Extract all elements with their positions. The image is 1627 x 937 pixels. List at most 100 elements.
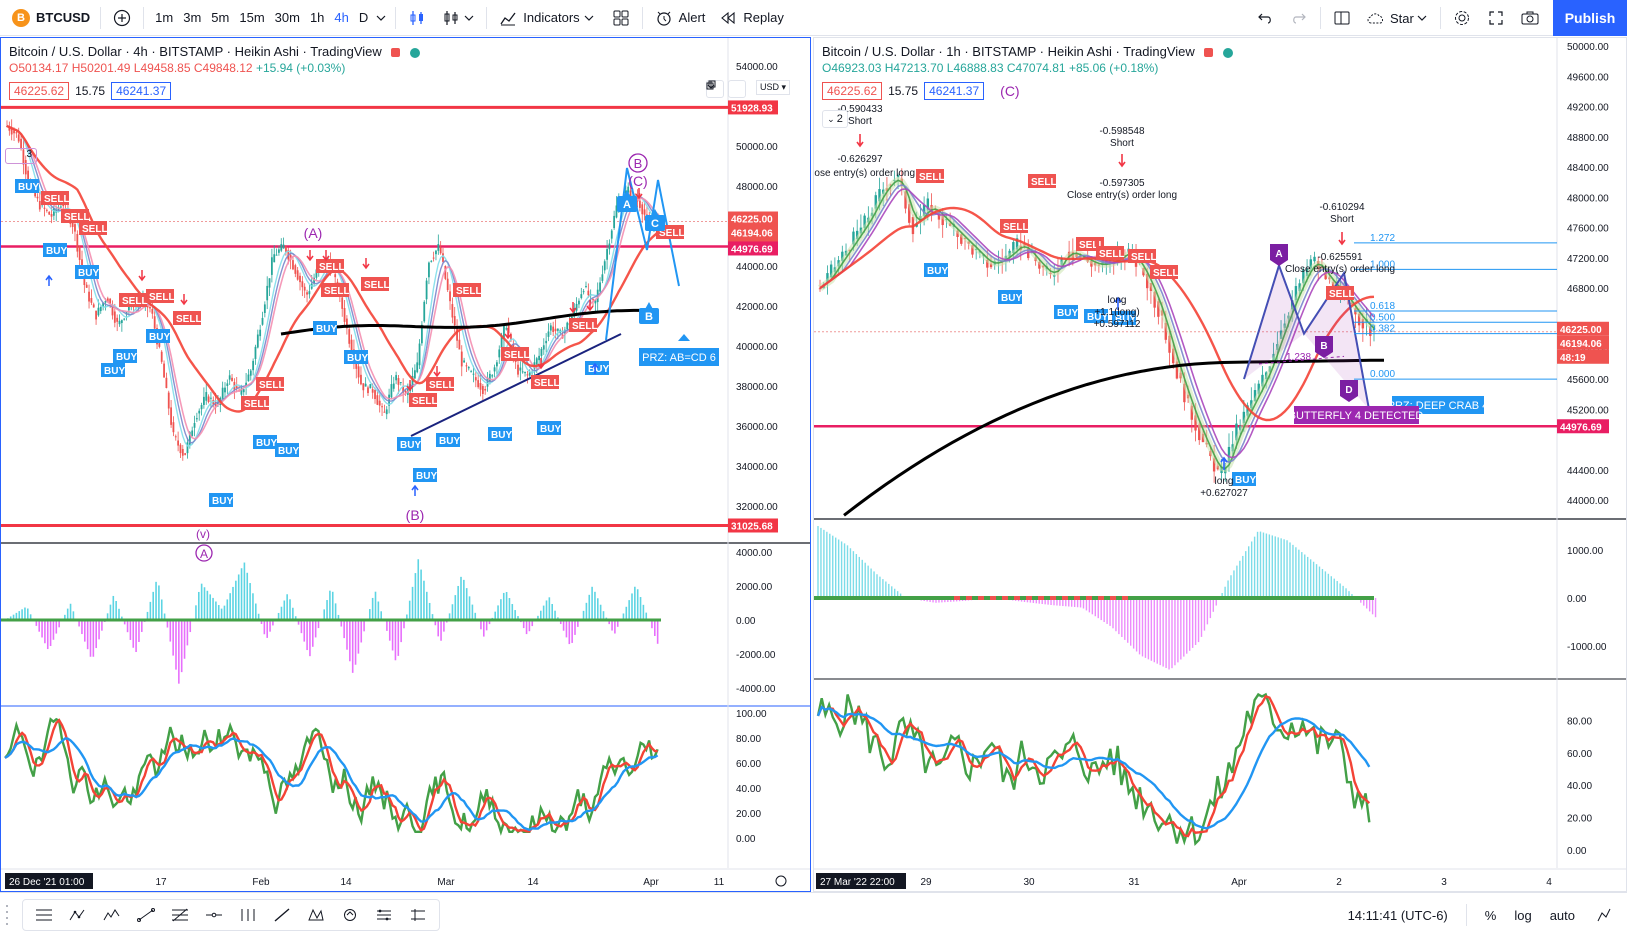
wave-B-top-label: B: [634, 156, 643, 171]
redo-button[interactable]: [1282, 0, 1316, 36]
left-chart-panel[interactable]: SELL SELL SELL SELL SELL SELL SELL SELL SELL SELL…: [0, 37, 811, 892]
undo-button[interactable]: [1248, 0, 1282, 36]
sell-signal: SELL: [1131, 252, 1157, 263]
timeframe-1h[interactable]: 1h: [305, 10, 329, 25]
sell-signal: SELL: [1003, 222, 1029, 233]
timeframe-1m[interactable]: 1m: [150, 10, 178, 25]
candle-body: [575, 303, 578, 311]
timeframe-4h[interactable]: 4h: [329, 10, 353, 25]
measure-tool-icon[interactable]: [231, 901, 265, 929]
timeframe-15m[interactable]: 15m: [234, 10, 269, 25]
publish-button[interactable]: Publish: [1553, 0, 1627, 36]
sell-signal: SELL: [324, 286, 350, 297]
pattern-point-d: D: [1345, 385, 1352, 396]
xabcd-pattern-icon[interactable]: [299, 901, 333, 929]
auto-toggle[interactable]: auto: [1550, 908, 1575, 923]
left-chart-canvas[interactable]: SELLSELLSELLSELL SELLSELLSELLSELLSELLSELL…: [1, 38, 811, 892]
fullscreen-button[interactable]: [1479, 0, 1513, 36]
timeframe-5m[interactable]: 5m: [206, 10, 234, 25]
candle-body: [153, 316, 156, 329]
log-toggle[interactable]: log: [1514, 908, 1531, 923]
candle-body: [259, 329, 262, 337]
candle-body: [488, 373, 491, 382]
strategy-annotation: Short: [848, 116, 872, 127]
candle-body: [449, 291, 451, 302]
forecast-tool-icon[interactable]: [367, 901, 401, 929]
sell-signal: SELL: [1329, 289, 1355, 300]
buy-price-box[interactable]: 46241.37: [111, 82, 172, 100]
horizontal-line-icon[interactable]: [197, 901, 231, 929]
candle-style-button[interactable]: [434, 0, 482, 36]
candle-body: [458, 339, 461, 350]
star-button[interactable]: Star: [1359, 0, 1436, 36]
wave-A-label: (A): [304, 225, 323, 241]
strategy-annotation: +0.627027: [1200, 488, 1248, 499]
lines-tool-icon[interactable]: [27, 901, 61, 929]
alarm-clock-icon: [653, 7, 675, 29]
price-axis-label: 44000.00: [736, 262, 778, 273]
sell-price-box[interactable]: 46225.62: [822, 82, 883, 100]
replay-button[interactable]: Replay: [711, 0, 789, 36]
right-collapse-badge[interactable]: ⌄ 2: [822, 110, 848, 128]
timeframe-3m[interactable]: 3m: [178, 10, 206, 25]
buy-price-box[interactable]: 46241.37: [924, 82, 985, 100]
alert-button[interactable]: Alert: [647, 0, 712, 36]
left-collapse-badge[interactable]: 3: [5, 148, 37, 164]
candle-body: [425, 280, 428, 300]
chevron-down-icon[interactable]: [462, 7, 476, 29]
candle-body: [343, 308, 346, 322]
chart-settings-icon[interactable]: [1593, 904, 1615, 926]
ohlc-change: +15.94 (+0.03%): [255, 61, 346, 75]
candle-body: [224, 387, 226, 393]
pattern-tool-icon[interactable]: [61, 901, 95, 929]
symbol-search[interactable]: B BTCUSD: [6, 0, 96, 36]
candle-body: [123, 318, 126, 320]
sell-price-box[interactable]: 46225.62: [9, 82, 70, 100]
bitcoin-logo-icon: B: [12, 8, 30, 27]
candle-body: [397, 378, 400, 385]
layout-split-button[interactable]: [1325, 0, 1359, 36]
rsi-axis-label: 20.00: [736, 809, 761, 820]
rsi-axis-label: 40.00: [736, 784, 761, 795]
compare-add-button[interactable]: [105, 0, 139, 36]
candle-body: [641, 204, 644, 215]
sell-signal: SELL: [44, 194, 70, 205]
trend-line-icon[interactable]: [129, 901, 163, 929]
abcd-point-a: A: [623, 199, 631, 211]
candle-body: [200, 405, 203, 410]
fib-level-label: 1.272: [1370, 233, 1395, 244]
copy-icon[interactable]: [706, 80, 746, 98]
timeframe-30m[interactable]: 30m: [270, 10, 305, 25]
layouts-button[interactable]: [604, 0, 638, 36]
candle-body: [1313, 256, 1316, 262]
chevron-down-icon[interactable]: [580, 7, 598, 29]
candle-body: [85, 284, 88, 288]
fib-tool-icon[interactable]: [163, 901, 197, 929]
indicators-button[interactable]: Indicators: [491, 0, 603, 36]
clock-readout[interactable]: 14:11:41 (UTC-6): [1348, 908, 1448, 923]
chevron-down-icon[interactable]: [1414, 7, 1430, 29]
candle-body: [74, 224, 76, 232]
time-axis-label: Apr: [643, 877, 659, 888]
settings-button[interactable]: [1445, 0, 1479, 36]
screenshot-button[interactable]: [1513, 0, 1547, 36]
timeframe-d[interactable]: D: [354, 10, 373, 25]
percent-toggle[interactable]: %: [1485, 908, 1497, 923]
abcd-point-b: B: [645, 311, 653, 323]
chevron-down-icon[interactable]: [373, 7, 389, 29]
position-tool-icon[interactable]: [401, 901, 435, 929]
ohlc-open: O50134.17: [9, 61, 69, 75]
cycle-tool-icon[interactable]: [333, 901, 367, 929]
elliott-wave-icon[interactable]: [95, 901, 129, 929]
candle-body: [547, 331, 550, 337]
brush-tool-icon[interactable]: [265, 901, 299, 929]
bar-style-button[interactable]: [400, 0, 434, 36]
strategy-annotation: -0.598548: [1099, 126, 1144, 137]
right-chart-panel[interactable]: 1.272 1.000 0.618 0.500 0.382 0.000 1.238 SELL S…: [813, 37, 1627, 892]
currency-selector[interactable]: USD ▾: [756, 80, 791, 95]
candle-body: [430, 260, 433, 262]
candle-body: [50, 214, 53, 217]
ohlc-close: C49848.12: [193, 61, 253, 75]
drag-handle-icon[interactable]: [6, 905, 10, 925]
right-chart-canvas[interactable]: 1.2721.0000.6180.5000.3820.0001.238SELLS…: [814, 38, 1627, 892]
